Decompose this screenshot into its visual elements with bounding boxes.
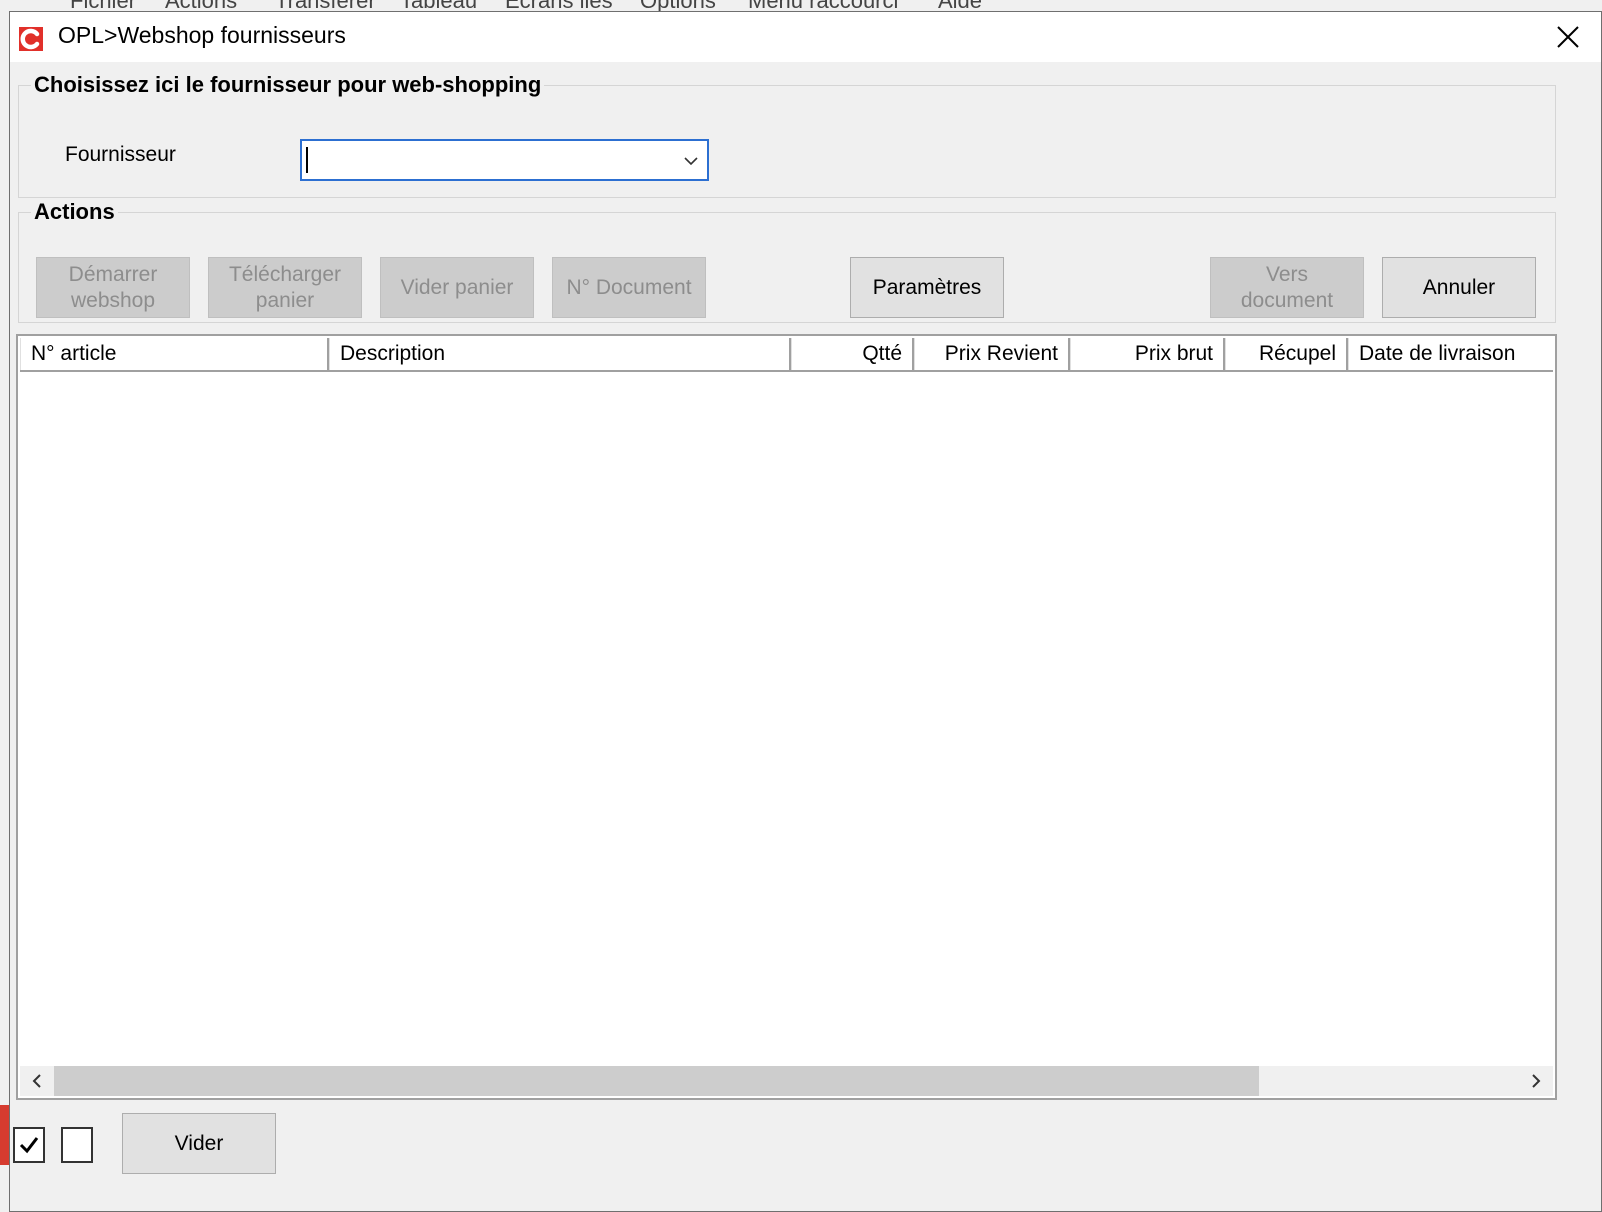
column-header-recupel[interactable]: Récupel xyxy=(1225,338,1348,370)
window-title: OPL>Webshop fournisseurs xyxy=(58,22,346,48)
checkmark-icon xyxy=(19,1137,39,1154)
column-header-cost-price[interactable]: Prix Revient xyxy=(914,338,1070,370)
column-header-description[interactable]: Description xyxy=(329,338,791,370)
app-logo-icon xyxy=(19,27,43,51)
supplier-input[interactable] xyxy=(305,143,665,177)
column-header-gross-price[interactable]: Prix brut xyxy=(1070,338,1225,370)
supplier-group-legend: Choisissez ici le fournisseur pour web-s… xyxy=(34,72,542,97)
footer-checkbox-checked[interactable] xyxy=(13,1127,45,1163)
horizontal-scrollbar[interactable] xyxy=(20,1066,1553,1096)
supplier-label: Fournisseur xyxy=(65,143,176,166)
title-bar: OPL>Webshop fournisseurs xyxy=(10,12,1601,62)
supplier-combobox[interactable] xyxy=(300,139,709,181)
actions-group-legend: Actions xyxy=(34,199,115,224)
column-header-article-number[interactable]: N° article xyxy=(20,338,329,370)
chevron-left-icon xyxy=(32,1074,41,1088)
parameters-button[interactable]: Paramètres xyxy=(850,257,1004,318)
chevron-right-icon xyxy=(1532,1074,1541,1088)
text-cursor xyxy=(306,147,308,173)
actions-group: Actions Démarrer webshop Télécharger pan… xyxy=(18,199,1556,323)
clear-button[interactable]: Vider xyxy=(122,1113,276,1174)
download-cart-button[interactable]: Télécharger panier xyxy=(208,257,362,318)
document-number-button[interactable]: N° Document xyxy=(552,257,706,318)
chevron-down-icon[interactable] xyxy=(681,151,701,171)
empty-cart-button[interactable]: Vider panier xyxy=(380,257,534,318)
close-icon xyxy=(1557,26,1579,48)
footer-checkbox-unchecked[interactable] xyxy=(61,1127,93,1163)
scroll-right-button[interactable] xyxy=(1521,1066,1551,1096)
column-header-delivery-date[interactable]: Date de livraison xyxy=(1348,338,1553,370)
cancel-button[interactable]: Annuler xyxy=(1382,257,1536,318)
articles-grid[interactable]: N° article Description Qtté Prix Revient… xyxy=(16,334,1557,1100)
start-webshop-button[interactable]: Démarrer webshop xyxy=(36,257,190,318)
scrollbar-thumb[interactable] xyxy=(54,1066,1259,1096)
grid-header: N° article Description Qtté Prix Revient… xyxy=(20,338,1553,372)
to-document-button[interactable]: Vers document xyxy=(1210,257,1364,318)
supplier-group: Choisissez ici le fournisseur pour web-s… xyxy=(18,72,1556,198)
close-button[interactable] xyxy=(1535,12,1601,62)
webshop-dialog: OPL>Webshop fournisseurs Choisissez ici … xyxy=(9,11,1602,1212)
column-header-quantity[interactable]: Qtté xyxy=(791,338,914,370)
scroll-left-button[interactable] xyxy=(22,1066,52,1096)
